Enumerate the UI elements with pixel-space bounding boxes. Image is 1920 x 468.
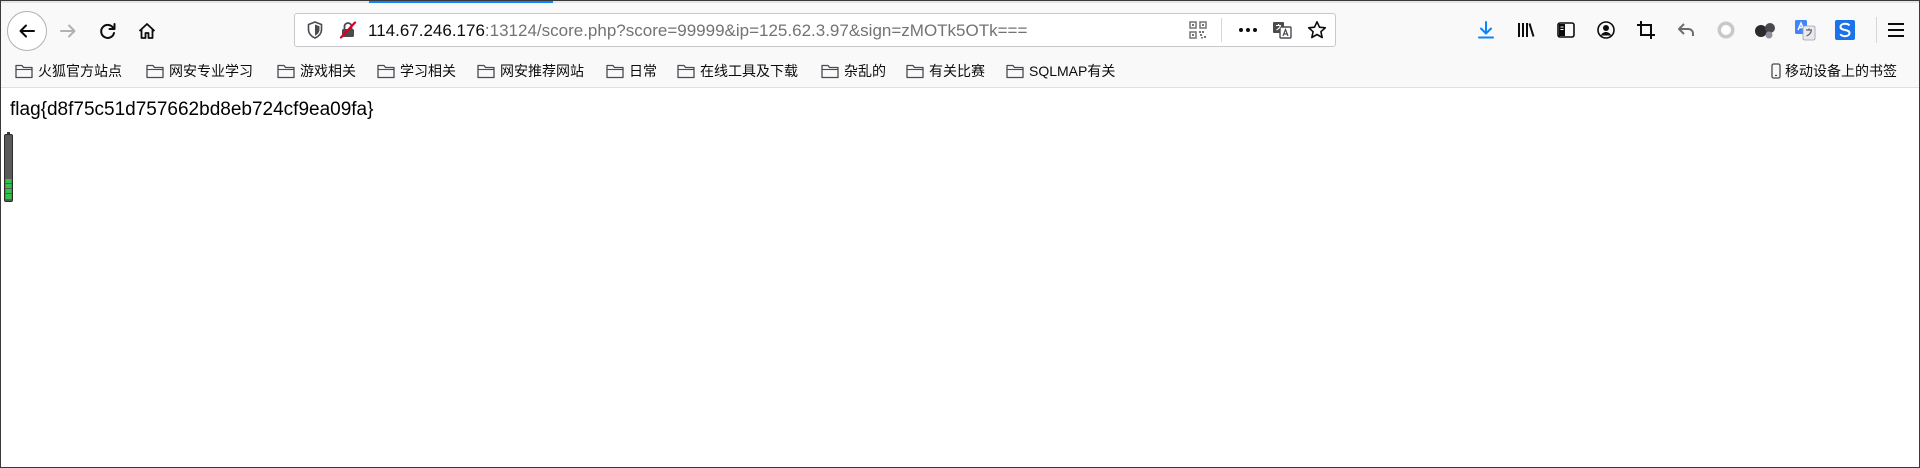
url-bar[interactable]: 114.67.246.176:13124/score.php?score=999… (294, 13, 1336, 47)
folder-icon (1006, 64, 1024, 79)
account-icon[interactable] (1595, 19, 1617, 41)
mobile-bookmarks[interactable]: 移动设备上的书签 (1771, 60, 1897, 82)
url-path: :13124/score.php?score=99999&ip=125.62.3… (484, 21, 1028, 40)
menu-icon[interactable] (1885, 19, 1907, 41)
bookmark-folder[interactable]: 有关比赛 (906, 60, 985, 82)
qr-code-icon[interactable] (1188, 20, 1208, 40)
back-icon (19, 24, 35, 38)
url-host: 114.67.246.176 (368, 21, 485, 40)
undo-icon[interactable] (1675, 19, 1697, 41)
folder-icon (906, 64, 924, 79)
shield-icon[interactable] (305, 20, 325, 40)
bookmark-label: 日常 (629, 63, 657, 79)
bookmark-folder[interactable]: 火狐官方站点 (15, 60, 122, 82)
bookmark-folder[interactable]: 网安推荐网站 (477, 60, 584, 82)
bookmark-label: 火狐官方站点 (38, 63, 122, 79)
navigation-toolbar: 114.67.246.176:13124/score.php?score=999… (1, 3, 1919, 55)
bookmark-label: SQLMAP有关 (1029, 63, 1116, 79)
download-icon[interactable] (1475, 19, 1497, 41)
bookmark-label: 学习相关 (400, 63, 456, 79)
folder-icon (15, 64, 33, 79)
url-text[interactable]: 114.67.246.176:13124/score.php?score=999… (368, 21, 1027, 41)
translate-icon[interactable] (1272, 20, 1292, 40)
bookmark-folder[interactable]: 日常 (606, 60, 657, 82)
folder-icon (677, 64, 695, 79)
home-button[interactable] (129, 13, 165, 49)
bookmarks-toolbar: 火狐官方站点 网安专业学习 游戏相关 学习相关 网安推荐网站 日常 在线工具及下… (1, 55, 1919, 88)
home-icon (138, 23, 156, 39)
bookmark-folder[interactable]: 杂乱的 (821, 60, 886, 82)
folder-icon (277, 64, 295, 79)
urlbar-separator (1221, 18, 1222, 42)
bookmark-label: 网安专业学习 (169, 63, 253, 79)
bookmark-folder[interactable]: 游戏相关 (277, 60, 356, 82)
bookmark-folder[interactable]: 在线工具及下载 (677, 60, 798, 82)
library-icon[interactable] (1515, 19, 1537, 41)
insecure-connection-icon[interactable] (338, 20, 358, 40)
extension-icon[interactable] (1754, 19, 1776, 41)
sidebar-icon[interactable] (1555, 19, 1577, 41)
bookmark-label: 在线工具及下载 (700, 63, 798, 79)
folder-icon (821, 64, 839, 79)
bookmark-label: 杂乱的 (844, 63, 886, 79)
bookmark-label: 游戏相关 (300, 63, 356, 79)
toolbar-separator (1876, 17, 1877, 43)
mobile-bookmarks-label: 移动设备上的书签 (1785, 63, 1897, 79)
more-icon[interactable] (1238, 20, 1258, 40)
browser-window: 114.67.246.176:13124/score.php?score=999… (0, 0, 1920, 468)
folder-icon (606, 64, 624, 79)
flag-text: flag{d8f75c51d757662bd8eb724cf9ea09fa} (10, 99, 374, 120)
star-icon[interactable] (1307, 20, 1327, 40)
forward-icon (60, 24, 76, 38)
page-content: flag{d8f75c51d757662bd8eb724cf9ea09fa} (1, 88, 1919, 467)
bookmark-label: 网安推荐网站 (500, 63, 584, 79)
bookmark-folder[interactable]: 网安专业学习 (146, 60, 253, 82)
bookmark-folder[interactable]: SQLMAP有关 (1006, 60, 1115, 82)
mobile-device-icon (1771, 63, 1781, 79)
forward-button[interactable] (50, 13, 86, 49)
reload-icon (100, 23, 116, 39)
folder-icon (377, 64, 395, 79)
folder-icon (477, 64, 495, 79)
record-icon[interactable] (1715, 19, 1737, 41)
battery-icon (4, 132, 13, 202)
reload-button[interactable] (90, 13, 126, 49)
folder-icon (146, 64, 164, 79)
crop-icon[interactable] (1635, 19, 1657, 41)
translate-extension-icon[interactable] (1794, 19, 1816, 41)
bookmark-label: 有关比赛 (929, 63, 985, 79)
bookmark-folder[interactable]: 学习相关 (377, 60, 456, 82)
back-button[interactable] (7, 11, 47, 51)
sync-extension-icon[interactable] (1834, 19, 1856, 41)
